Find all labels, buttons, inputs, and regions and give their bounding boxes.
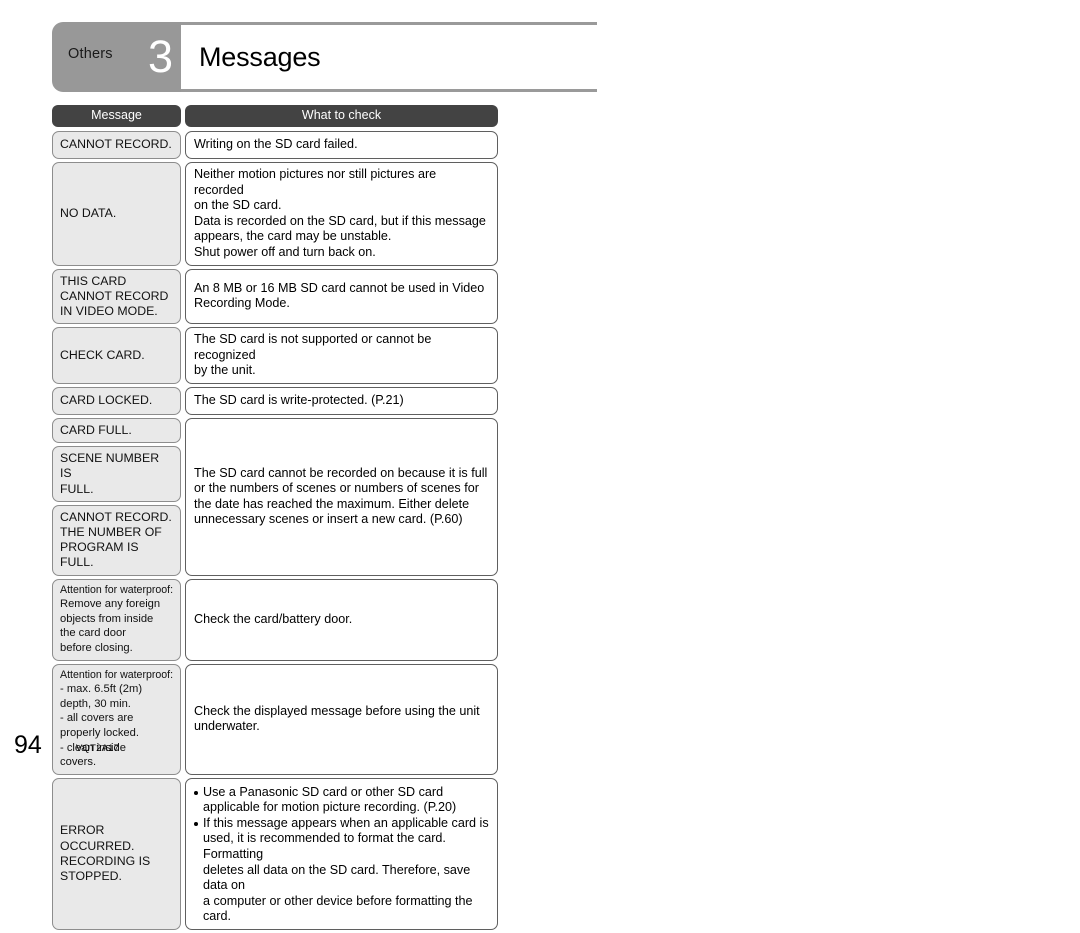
- message-box: SCENE NUMBER IS FULL.: [52, 446, 181, 502]
- message-text: THIS CARD CANNOT RECORD IN VIDEO MODE.: [60, 273, 169, 318]
- table-row: NO DATA. Neither motion pictures nor stil…: [52, 162, 498, 266]
- what-to-check-box: The SD card is write-protected. (P.21): [185, 386, 498, 415]
- table-header-row: Message What to check: [52, 105, 498, 127]
- what-to-check-cell: The SD card is write-protected. (P.21): [185, 386, 498, 415]
- message-box: CARD FULL.: [52, 417, 181, 444]
- chapter-tab: Others 3: [52, 22, 181, 92]
- check-bullet-item: Use a Panasonic SD card or other SD card…: [194, 785, 489, 816]
- message-text: NO DATA.: [60, 206, 117, 221]
- table-row: CANNOT RECORD. Writing on the SD card fai…: [52, 131, 498, 159]
- message-lead-label: Attention for waterproof:: [60, 583, 174, 596]
- message-box: ERROR OCCURRED. RECORDING IS STOPPED.: [52, 777, 181, 931]
- page-title: Messages: [199, 42, 321, 72]
- check-text: The SD card is write-protected. (P.21): [194, 393, 404, 408]
- chapter-number: 3: [147, 31, 173, 82]
- message-text: CHECK CARD.: [60, 347, 145, 362]
- what-to-check-cell: Check the card/battery door.: [185, 578, 498, 661]
- message-cell: THIS CARD CANNOT RECORD IN VIDEO MODE.: [52, 268, 181, 325]
- column-header-message: Message: [52, 105, 181, 127]
- what-to-check-cell: The SD card is not supported or cannot b…: [185, 327, 498, 384]
- message-text: ERROR OCCURRED. RECORDING IS STOPPED.: [60, 823, 151, 884]
- what-to-check-cell: Neither motion pictures nor still pictur…: [185, 162, 498, 266]
- message-box: NO DATA.: [52, 162, 181, 266]
- messages-table: Message What to check CANNOT RECORD. Writ…: [52, 105, 498, 933]
- message-text: Remove any foreign objects from inside t…: [60, 598, 161, 654]
- check-text: Writing on the SD card failed.: [194, 137, 358, 152]
- message-box: CANNOT RECORD.: [52, 131, 181, 159]
- check-bullet-list: Use a Panasonic SD card or other SD card…: [194, 785, 489, 925]
- message-box: Attention for waterproof: Remove any fore…: [52, 578, 181, 661]
- check-text: The SD card cannot be recorded on becaus…: [194, 465, 488, 527]
- message-box: CHECK CARD.: [52, 327, 181, 384]
- message-box: CARD LOCKED.: [52, 386, 181, 415]
- table-row: ERROR OCCURRED. RECORDING IS STOPPED. Use…: [52, 777, 498, 931]
- table-row: CARD FULL. SCENE NUMBER IS FULL. CANNOT RE…: [52, 417, 498, 576]
- message-text: CANNOT RECORD.: [60, 137, 172, 152]
- table-row: CHECK CARD. The SD card is not supported …: [52, 327, 498, 384]
- what-to-check-cell: The SD card cannot be recorded on becaus…: [185, 417, 498, 576]
- column-header-what-to-check: What to check: [185, 105, 498, 127]
- message-cell: CANNOT RECORD.: [52, 131, 181, 159]
- what-to-check-box: The SD card is not supported or cannot b…: [185, 327, 498, 384]
- check-text: An 8 MB or 16 MB SD card cannot be used …: [194, 280, 485, 311]
- message-cell: ERROR OCCURRED. RECORDING IS STOPPED.: [52, 777, 181, 931]
- check-text: Check the card/battery door.: [194, 611, 353, 626]
- message-cell: CARD LOCKED.: [52, 386, 181, 415]
- check-text: Neither motion pictures nor still pictur…: [194, 167, 486, 259]
- message-text: SCENE NUMBER IS FULL.: [60, 451, 160, 496]
- table-row: CARD LOCKED. The SD card is write-protect…: [52, 386, 498, 415]
- what-to-check-box: Writing on the SD card failed.: [185, 131, 498, 159]
- chapter-tab-label: Others: [68, 46, 113, 62]
- message-box: THIS CARD CANNOT RECORD IN VIDEO MODE.: [52, 268, 181, 325]
- check-bullet-item: If this message appears when an applicab…: [194, 816, 489, 925]
- page-number: 94: [14, 731, 42, 759]
- message-lead-label: Attention for waterproof:: [60, 668, 174, 681]
- message-text: CANNOT RECORD. THE NUMBER OF PROGRAM IS …: [60, 509, 172, 570]
- message-cell: NO DATA.: [52, 162, 181, 266]
- what-to-check-cell: Use a Panasonic SD card or other SD card…: [185, 777, 498, 931]
- what-to-check-box: Neither motion pictures nor still pictur…: [185, 162, 498, 266]
- what-to-check-cell: An 8 MB or 16 MB SD card cannot be used …: [185, 268, 498, 325]
- page-header: Others 3 Messages: [52, 22, 597, 92]
- table-row: Attention for waterproof: Remove any fore…: [52, 578, 498, 661]
- what-to-check-cell: Writing on the SD card failed.: [185, 131, 498, 159]
- what-to-check-box: An 8 MB or 16 MB SD card cannot be used …: [185, 268, 498, 325]
- what-to-check-box: Check the card/battery door.: [185, 578, 498, 661]
- check-text: The SD card is not supported or cannot b…: [194, 332, 432, 378]
- what-to-check-box: Use a Panasonic SD card or other SD card…: [185, 777, 498, 931]
- message-text: CARD LOCKED.: [60, 393, 153, 408]
- header-rule-top: [181, 22, 597, 25]
- table-body: CANNOT RECORD. Writing on the SD card fai…: [52, 131, 498, 931]
- document-code: VQT2A17: [76, 743, 120, 754]
- table-row: THIS CARD CANNOT RECORD IN VIDEO MODE. An…: [52, 268, 498, 325]
- message-cell: Attention for waterproof: Remove any fore…: [52, 578, 181, 661]
- what-to-check-box: The SD card cannot be recorded on becaus…: [185, 417, 498, 576]
- page-footer: 94 VQT2A17: [14, 731, 314, 761]
- message-cell: CARD FULL. SCENE NUMBER IS FULL. CANNOT RE…: [52, 417, 181, 576]
- message-text: CARD FULL.: [60, 422, 132, 437]
- message-cell: CHECK CARD.: [52, 327, 181, 384]
- header-rule-bottom: [181, 89, 597, 92]
- message-box: CANNOT RECORD. THE NUMBER OF PROGRAM IS …: [52, 504, 181, 576]
